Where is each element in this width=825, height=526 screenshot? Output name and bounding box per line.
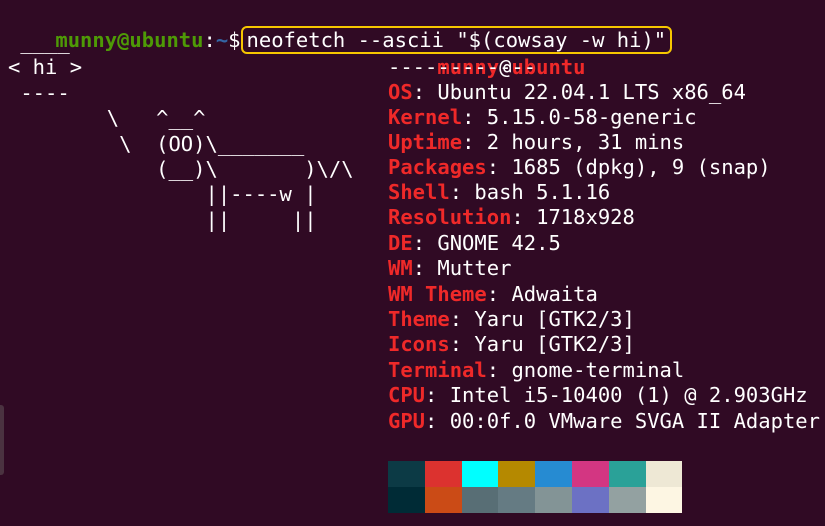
- color-swatch: [571, 487, 609, 513]
- info-label: OS: [388, 80, 413, 104]
- color-swatch: [535, 487, 572, 513]
- info-value: Yaru [GTK2/3]: [474, 332, 635, 356]
- info-row-cpu: CPU: Intel i5-10400 (1) @ 2.903GHz: [388, 383, 808, 407]
- prompt-line: munny@ubuntu:~$ neofetch --ascii "$(cowsa…: [6, 3, 673, 54]
- color-swatch: [424, 461, 462, 487]
- info-value: GNOME 42.5: [437, 231, 561, 255]
- info-value: Ubuntu 22.04.1 LTS x86_64: [437, 80, 746, 104]
- info-value: bash 5.1.16: [474, 180, 611, 204]
- info-label: Resolution: [388, 205, 512, 229]
- info-label: DE: [388, 231, 413, 255]
- info-row-shell: Shell: bash 5.1.16: [388, 180, 611, 204]
- color-swatch: [498, 461, 536, 487]
- info-label: Packages: [388, 155, 487, 179]
- info-value: 5.15.0-58-generic: [486, 105, 697, 129]
- info-row-terminal: Terminal: gnome-terminal: [388, 358, 685, 382]
- info-label: WM: [388, 256, 413, 280]
- info-row-gpu: GPU: 00:0f.0 VMware SVGA II Adapter: [388, 409, 820, 433]
- info-value: 1718x928: [536, 205, 635, 229]
- color-swatch: [461, 487, 499, 513]
- color-swatch: [608, 487, 646, 513]
- color-swatch: [608, 461, 646, 487]
- info-value: Intel i5-10400 (1) @ 2.903GHz: [449, 383, 808, 407]
- color-swatch: [571, 461, 609, 487]
- info-row-uptime: Uptime: 2 hours, 31 mins: [388, 130, 685, 154]
- info-divider: ------------: [388, 55, 537, 79]
- color-swatch: [645, 487, 683, 513]
- info-value: 1685 (dpkg), 9 (snap): [511, 155, 771, 179]
- color-palette-row-light: [388, 487, 683, 513]
- info-row-os: OS: Ubuntu 22.04.1 LTS x86_64: [388, 80, 746, 104]
- info-label: CPU: [388, 383, 426, 407]
- cowsay-ascii-art: ____ < hi > ---- \ ^__^ \ (OO)\_______ (…: [8, 30, 354, 232]
- info-label: Terminal: [388, 358, 487, 382]
- info-row-packages: Packages: 1685 (dpkg), 9 (snap): [388, 155, 771, 179]
- info-label: Icons: [388, 332, 450, 356]
- info-row-resolution: Resolution: 1718x928: [388, 205, 635, 229]
- info-row-icons: Icons: Yaru [GTK2/3]: [388, 332, 635, 356]
- info-row-theme: Theme: Yaru [GTK2/3]: [388, 307, 635, 331]
- info-label: Shell: [388, 180, 450, 204]
- info-value: 2 hours, 31 mins: [486, 130, 685, 154]
- info-label: GPU: [388, 409, 426, 433]
- info-row-de: DE: GNOME 42.5: [388, 231, 561, 255]
- scrollbar-handle[interactable]: [0, 405, 4, 475]
- info-value: Mutter: [437, 256, 512, 280]
- info-row-kernel: Kernel: 5.15.0-58-generic: [388, 105, 697, 129]
- info-label: Uptime: [388, 130, 463, 154]
- info-label: Kernel: [388, 105, 463, 129]
- color-swatch: [535, 461, 572, 487]
- info-label: WM Theme: [388, 282, 487, 306]
- info-value: gnome-terminal: [511, 358, 685, 382]
- color-swatch: [645, 461, 683, 487]
- terminal-window[interactable]: munny@ubuntu:~$ neofetch --ascii "$(cowsa…: [0, 0, 825, 526]
- info-header: munny@ubuntu: [388, 30, 585, 79]
- color-swatch: [388, 461, 425, 487]
- info-label: Theme: [388, 307, 450, 331]
- info-row-wm-theme: WM Theme: Adwaita: [388, 282, 598, 306]
- color-palette-row-dark: [388, 461, 683, 487]
- info-value: Adwaita: [511, 282, 598, 306]
- info-value: 00:0f.0 VMware SVGA II Adapter: [449, 409, 820, 433]
- info-row-wm: WM: Mutter: [388, 256, 512, 280]
- color-swatch: [388, 487, 425, 513]
- color-swatch: [461, 461, 499, 487]
- color-swatch: [424, 487, 462, 513]
- color-swatch: [498, 487, 536, 513]
- info-value: Yaru [GTK2/3]: [474, 307, 635, 331]
